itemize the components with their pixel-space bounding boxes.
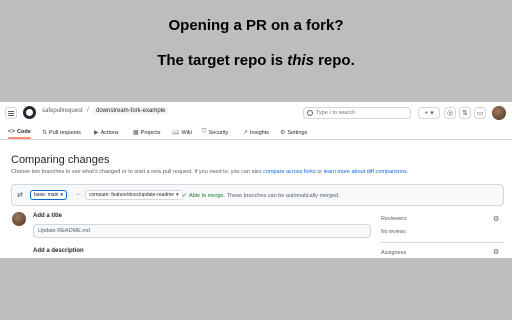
pull-requests-icon[interactable]: ⇅: [459, 107, 471, 119]
global-header: safepullrequest / downstream-fork-exampl…: [0, 102, 512, 124]
title-label: Add a title: [33, 213, 63, 219]
tab-projects[interactable]: ▦ Projects: [133, 129, 161, 137]
pr-title-input[interactable]: Update README.md: [33, 224, 371, 238]
inbox-icon[interactable]: ▭: [474, 107, 486, 119]
gear-icon: ⚙: [280, 130, 286, 136]
search-placeholder: Type / to search: [316, 110, 356, 116]
author-avatar: [12, 212, 26, 226]
breadcrumb-separator: /: [87, 107, 89, 114]
description-label: Add a description: [33, 248, 84, 254]
reviewers-label[interactable]: Reviewers: [381, 216, 407, 222]
compare-icon: ⇄: [17, 192, 23, 199]
assignees-gear-icon[interactable]: ⚙: [493, 248, 499, 256]
tab-pull-requests[interactable]: ⇅ Pull requests: [42, 129, 81, 137]
play-icon: ▶: [94, 130, 99, 136]
github-compare-page: safepullrequest / downstream-fork-exampl…: [0, 102, 512, 258]
merge-status: ✓ Able to merge. These branches can be au…: [182, 192, 340, 200]
learn-more-link[interactable]: learn more about diff comparisons: [324, 169, 407, 175]
search-icon: [307, 110, 313, 116]
pull-request-icon: ⇅: [42, 130, 48, 136]
repo-owner-link[interactable]: safepullrequest: [42, 108, 83, 114]
check-icon: ✓: [182, 193, 188, 199]
compare-across-forks-link[interactable]: compare across forks: [263, 169, 316, 175]
tab-wiki[interactable]: 📖 Wiki: [172, 129, 192, 137]
create-new-button[interactable]: + ▾: [418, 107, 440, 119]
repo-name-link[interactable]: downstream-fork-example: [93, 107, 169, 115]
code-icon: <>: [8, 129, 16, 135]
tab-settings[interactable]: ⚙ Settings: [280, 129, 307, 137]
issues-icon[interactable]: ◎: [444, 107, 456, 119]
github-logo-icon[interactable]: [23, 106, 36, 119]
repo-nav: <> Code ⇅ Pull requests ▶ Actions ▦ Projects…: [0, 126, 512, 140]
book-icon: 📖: [172, 130, 180, 136]
branch-compare-bar: ⇄ base: main ▾ ← compare: feature/docs/up…: [11, 184, 504, 206]
compare-branch-select[interactable]: compare: feature/docs/update-readme ▾: [85, 190, 183, 200]
tab-insights[interactable]: ↗ Insights: [243, 129, 269, 137]
search-input[interactable]: Type / to search: [303, 107, 411, 119]
headline-question: Opening a PR on a fork?: [168, 17, 344, 34]
chevron-down-icon: ▾: [176, 192, 179, 198]
tab-actions[interactable]: ▶ Actions: [94, 129, 119, 137]
sidebar-divider: [381, 242, 504, 243]
base-branch-select[interactable]: base: main ▾: [30, 190, 67, 200]
shield-icon: ⛉: [202, 129, 207, 135]
headline-answer: The target repo is this repo.: [157, 52, 355, 69]
page-subtitle: Choose two branches to see what’s change…: [11, 169, 409, 175]
reviewers-gear-icon[interactable]: ⚙: [493, 215, 499, 223]
headline-emphasis: this: [287, 52, 314, 69]
arrow-left-icon: ←: [76, 191, 82, 197]
page-title: Comparing changes: [11, 154, 110, 166]
user-avatar[interactable]: [492, 106, 506, 120]
reviewers-value: No reviews: [381, 229, 406, 235]
tab-security[interactable]: ⛉ Security: [202, 129, 228, 136]
table-icon: ▦: [133, 130, 139, 136]
graph-icon: ↗: [243, 130, 249, 136]
chevron-down-icon: ▾: [60, 192, 63, 198]
assignees-label[interactable]: Assignees: [381, 250, 406, 256]
tab-code[interactable]: <> Code: [8, 129, 31, 139]
menu-icon[interactable]: [5, 107, 17, 119]
